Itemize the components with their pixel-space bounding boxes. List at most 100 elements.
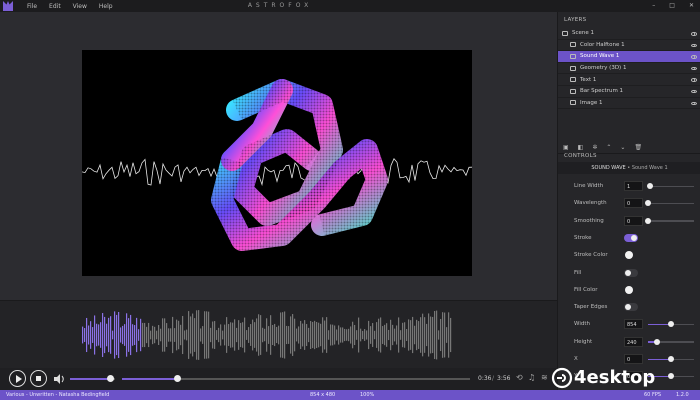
waveform-bar [132, 324, 134, 346]
control-toggle[interactable] [624, 303, 638, 312]
control-label: Smoothing [574, 217, 604, 224]
waveform-bar [266, 318, 268, 352]
waveform-bar [410, 320, 412, 350]
volume-knob[interactable] [107, 375, 114, 382]
layer-item[interactable]: Geometry (3D) 1 [558, 63, 700, 75]
waveform-bar [424, 317, 426, 353]
waveform-toggle-icon[interactable]: ≋ [541, 374, 548, 382]
waveform-bar [196, 310, 198, 360]
control-number-input[interactable]: 0 [624, 215, 643, 226]
close-button[interactable]: ✕ [689, 2, 694, 9]
color-swatch[interactable] [625, 251, 633, 260]
control-slider[interactable] [648, 338, 694, 345]
waveform-bar [288, 326, 290, 344]
control-slider-knob[interactable] [645, 217, 651, 224]
player-bar: 0:36 / 3:56 ⟲ ♫ ≋ [0, 368, 557, 390]
waveform-bar [204, 311, 206, 359]
waveform-bar [370, 326, 372, 344]
visibility-eye-icon[interactable] [691, 55, 697, 59]
loop-icon[interactable]: ⟲ [516, 374, 523, 382]
waveform-bar [84, 328, 86, 342]
control-slider[interactable] [648, 321, 694, 328]
waveform-bar [414, 325, 416, 345]
control-toggle[interactable] [624, 233, 638, 242]
audio-waveform[interactable] [0, 300, 557, 368]
move-down-icon[interactable]: ⌄ [620, 144, 625, 151]
layer-type-icon [570, 88, 576, 94]
layer-label: Bar Spectrum 1 [580, 88, 624, 95]
waveform-bar [212, 321, 214, 349]
control-number-input[interactable]: 854 [624, 319, 643, 330]
layer-item[interactable]: Bar Spectrum 1 [558, 86, 700, 98]
control-slider[interactable] [645, 217, 694, 224]
layer-item[interactable]: Image 1 [558, 98, 700, 110]
progress-slider[interactable] [122, 375, 470, 382]
layer-item[interactable]: Text 1 [558, 74, 700, 86]
waveform-bar [436, 310, 438, 360]
visibility-eye-icon[interactable] [691, 32, 697, 36]
control-number-input[interactable]: 0 [624, 198, 643, 209]
frequency-icon[interactable]: ♫ [528, 374, 535, 382]
progress-knob[interactable] [174, 375, 182, 382]
waveform-bar [120, 327, 122, 343]
visibility-eye-icon[interactable] [691, 78, 697, 82]
layer-item[interactable]: Color Halftone 1 [558, 40, 700, 52]
render-canvas[interactable] [82, 50, 472, 276]
delete-icon[interactable]: 🗑 [634, 144, 642, 151]
minimize-button[interactable]: – [652, 2, 655, 9]
control-row: Taper Edges [558, 301, 700, 313]
waveform-bar [232, 322, 234, 348]
waveform-bar [246, 330, 248, 340]
add-display-icon[interactable]: ◧ [578, 144, 584, 151]
visibility-eye-icon[interactable] [691, 43, 697, 48]
layer-label: Text 1 [580, 76, 597, 83]
control-number-input[interactable]: 1 [624, 181, 643, 191]
layer-type-icon [570, 65, 576, 71]
control-label: Wavelength [574, 200, 607, 207]
control-slider-knob[interactable] [647, 183, 654, 189]
layer-type-icon [562, 30, 568, 36]
control-slider-knob[interactable] [668, 321, 674, 328]
control-number-input[interactable]: 240 [624, 336, 643, 347]
maximize-button[interactable]: □ [669, 2, 675, 9]
layer-label: Geometry (3D) 1 [580, 65, 627, 72]
waveform-bar [426, 323, 428, 347]
play-button[interactable] [9, 370, 26, 387]
waveform-bar [376, 322, 378, 348]
add-scene-icon[interactable]: ▣ [563, 144, 569, 151]
layer-item[interactable]: Sound Wave 1 [558, 51, 700, 63]
waveform-bar [400, 330, 402, 340]
waveform-bar [146, 326, 148, 344]
control-toggle[interactable] [624, 268, 638, 277]
control-slider-knob[interactable] [654, 338, 661, 345]
waveform-bar [106, 323, 108, 347]
waveform-bar [388, 329, 390, 341]
control-number-input[interactable]: 0 [624, 354, 643, 364]
stop-button[interactable] [30, 370, 47, 387]
waveform-bar [448, 312, 450, 358]
visibility-eye-icon[interactable] [691, 101, 697, 106]
waveform-bar [220, 324, 222, 346]
right-panel: LAYERS Scene 1 Color Halftone 1 Sound Wave… [557, 12, 700, 390]
waveform-bar [98, 324, 100, 346]
control-slider[interactable] [647, 183, 694, 189]
control-slider[interactable] [645, 200, 694, 207]
volume-slider[interactable] [70, 375, 115, 382]
layer-item[interactable]: Scene 1 [558, 28, 700, 40]
visibility-eye-icon[interactable] [691, 89, 697, 94]
current-time: 0:36 [478, 375, 492, 382]
add-effect-icon[interactable]: ✲ [592, 144, 597, 151]
waveform-bar [326, 317, 328, 353]
control-slider-knob[interactable] [645, 200, 651, 207]
volume-icon[interactable] [54, 374, 65, 384]
control-slider[interactable] [648, 356, 694, 362]
color-swatch[interactable] [625, 285, 633, 294]
control-row: Stroke Color [558, 249, 700, 261]
visibility-eye-icon[interactable] [691, 66, 697, 71]
waveform-bar [206, 311, 208, 359]
move-up-icon[interactable]: ⌃ [606, 144, 611, 151]
control-slider-knob[interactable] [668, 356, 674, 362]
waveform-bar [434, 310, 436, 360]
waveform-bar [352, 321, 354, 349]
waveform-bar [168, 328, 170, 342]
